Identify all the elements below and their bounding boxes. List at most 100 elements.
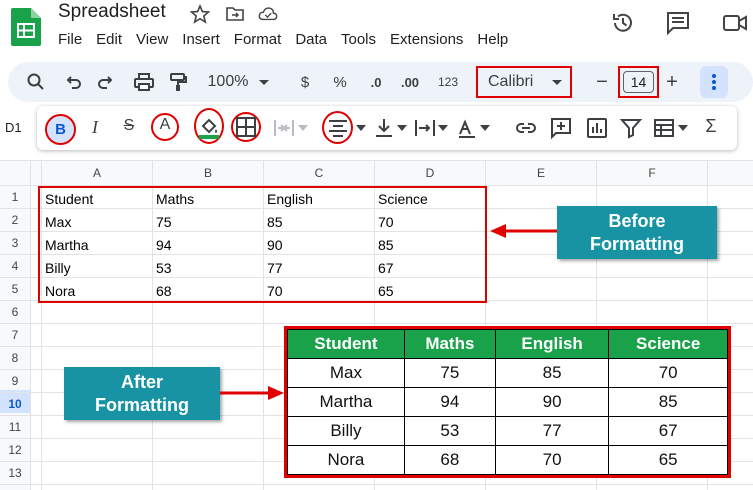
version-history-icon[interactable] — [610, 10, 636, 36]
text-wrapping-icon[interactable] — [413, 116, 437, 140]
more-options-button[interactable] — [700, 66, 728, 98]
search-menus-icon[interactable] — [26, 71, 46, 93]
filter-icon[interactable] — [619, 116, 643, 140]
comment-icon[interactable] — [665, 10, 691, 36]
column-header-a[interactable]: A — [42, 166, 152, 180]
zoom-dropdown-icon[interactable] — [258, 71, 270, 93]
row-header[interactable]: 7 — [0, 328, 30, 342]
document-title[interactable]: Spreadsheet — [58, 1, 166, 23]
insert-comment-icon[interactable] — [549, 116, 573, 140]
menu-extensions[interactable]: Extensions — [390, 31, 463, 48]
italic-icon[interactable]: I — [86, 117, 104, 138]
text-rotation-icon[interactable] — [455, 116, 479, 140]
insert-link-icon[interactable] — [514, 116, 538, 140]
row-header[interactable]: 6 — [0, 305, 30, 319]
row-header[interactable]: 9 — [0, 374, 30, 388]
strikethrough-icon[interactable]: S — [120, 117, 138, 135]
table-cell[interactable]: 67 — [608, 416, 728, 446]
header-cell-science[interactable]: Science — [608, 329, 728, 359]
rotation-dropdown-icon[interactable] — [480, 124, 490, 132]
percent-format-button[interactable]: % — [331, 71, 349, 93]
row-header[interactable]: 11 — [0, 420, 30, 434]
merge-dropdown-icon[interactable] — [298, 124, 308, 132]
zoom-select[interactable]: 100% — [203, 71, 253, 93]
row-header[interactable]: 3 — [0, 236, 30, 250]
table-cell[interactable]: 70 — [494, 445, 610, 475]
cloud-saved-icon[interactable] — [258, 4, 278, 24]
move-to-folder-icon[interactable] — [225, 4, 245, 24]
header-cell-maths[interactable]: Maths — [403, 329, 496, 359]
table-cell[interactable]: Nora — [287, 445, 405, 475]
menu-help[interactable]: Help — [477, 31, 508, 48]
table-cell[interactable]: 75 — [403, 358, 496, 388]
before-callout: Before Formatting — [557, 206, 717, 259]
menu-format[interactable]: Format — [234, 31, 282, 48]
increase-font-size-button[interactable]: + — [664, 71, 680, 93]
table-cell[interactable]: Billy — [287, 416, 405, 446]
align-dropdown-icon[interactable] — [356, 124, 366, 132]
wrap-dropdown-icon[interactable] — [438, 124, 448, 132]
print-icon[interactable] — [133, 71, 155, 93]
row-header[interactable]: 4 — [0, 259, 30, 273]
vertical-align-icon[interactable] — [372, 116, 396, 140]
column-header-b[interactable]: B — [153, 166, 263, 180]
table-cell[interactable]: 65 — [608, 445, 728, 475]
borders-icon[interactable] — [234, 115, 258, 139]
redo-icon[interactable] — [96, 71, 116, 93]
table-cell[interactable]: 68 — [403, 445, 496, 475]
decrease-font-size-button[interactable]: − — [594, 71, 610, 93]
table-cell[interactable]: Max — [287, 358, 405, 388]
table-cell[interactable]: 85 — [494, 358, 610, 388]
insert-chart-icon[interactable] — [585, 116, 609, 140]
increase-decimal-button[interactable]: .00 — [397, 71, 423, 93]
table-cell[interactable]: 94 — [403, 387, 496, 417]
header-cell-student[interactable]: Student — [287, 329, 405, 359]
fill-color-icon[interactable] — [197, 116, 221, 140]
table-cell[interactable]: 70 — [608, 358, 728, 388]
column-header-c[interactable]: C — [264, 166, 374, 180]
font-family-select[interactable]: Calibri — [476, 66, 572, 98]
filter-views-icon[interactable] — [652, 116, 676, 140]
paint-format-icon[interactable] — [168, 71, 188, 93]
table-cell[interactable]: Martha — [287, 387, 405, 417]
row-header[interactable]: 8 — [0, 351, 30, 365]
arrow-left-icon — [490, 224, 560, 238]
table-row: Billy 53 77 67 — [287, 416, 728, 446]
column-header-f[interactable]: F — [597, 166, 707, 180]
menu-insert[interactable]: Insert — [182, 31, 220, 48]
row-header-selected[interactable]: 10 — [0, 397, 30, 411]
menu-tools[interactable]: Tools — [341, 31, 376, 48]
bold-icon[interactable]: B — [47, 116, 74, 143]
header-cell-english[interactable]: English — [494, 329, 610, 359]
column-header-d[interactable]: D — [375, 166, 485, 180]
functions-icon[interactable]: Σ — [702, 116, 720, 137]
horizontal-align-icon[interactable] — [326, 116, 350, 140]
table-cell[interactable]: 53 — [403, 416, 496, 446]
table-cell[interactable]: 85 — [608, 387, 728, 417]
text-color-icon[interactable]: A — [153, 116, 177, 134]
sheets-logo-icon[interactable] — [11, 8, 41, 46]
row-header[interactable]: 12 — [0, 443, 30, 457]
menu-data[interactable]: Data — [295, 31, 327, 48]
menu-edit[interactable]: Edit — [96, 31, 122, 48]
decrease-decimal-button[interactable]: .0 — [364, 71, 388, 93]
row-header[interactable]: 5 — [0, 282, 30, 296]
video-call-icon[interactable] — [722, 10, 748, 36]
undo-icon[interactable] — [63, 71, 83, 93]
table-cell[interactable]: 77 — [494, 416, 610, 446]
row-header[interactable]: 1 — [0, 190, 30, 204]
row-header[interactable]: 2 — [0, 213, 30, 227]
row-header[interactable]: 13 — [0, 466, 30, 480]
valign-dropdown-icon[interactable] — [397, 124, 407, 132]
name-box[interactable]: D1 — [5, 120, 22, 135]
column-header-e[interactable]: E — [486, 166, 596, 180]
merge-cells-icon[interactable] — [272, 116, 296, 140]
more-formats-button[interactable]: 123 — [435, 71, 461, 93]
font-size-input[interactable]: 14 — [623, 71, 654, 93]
menu-file[interactable]: File — [58, 31, 82, 48]
menu-view[interactable]: View — [136, 31, 168, 48]
star-icon[interactable] — [190, 4, 210, 24]
filter-views-dropdown-icon[interactable] — [678, 124, 688, 132]
table-cell[interactable]: 90 — [494, 387, 610, 417]
currency-format-button[interactable]: $ — [296, 71, 314, 93]
